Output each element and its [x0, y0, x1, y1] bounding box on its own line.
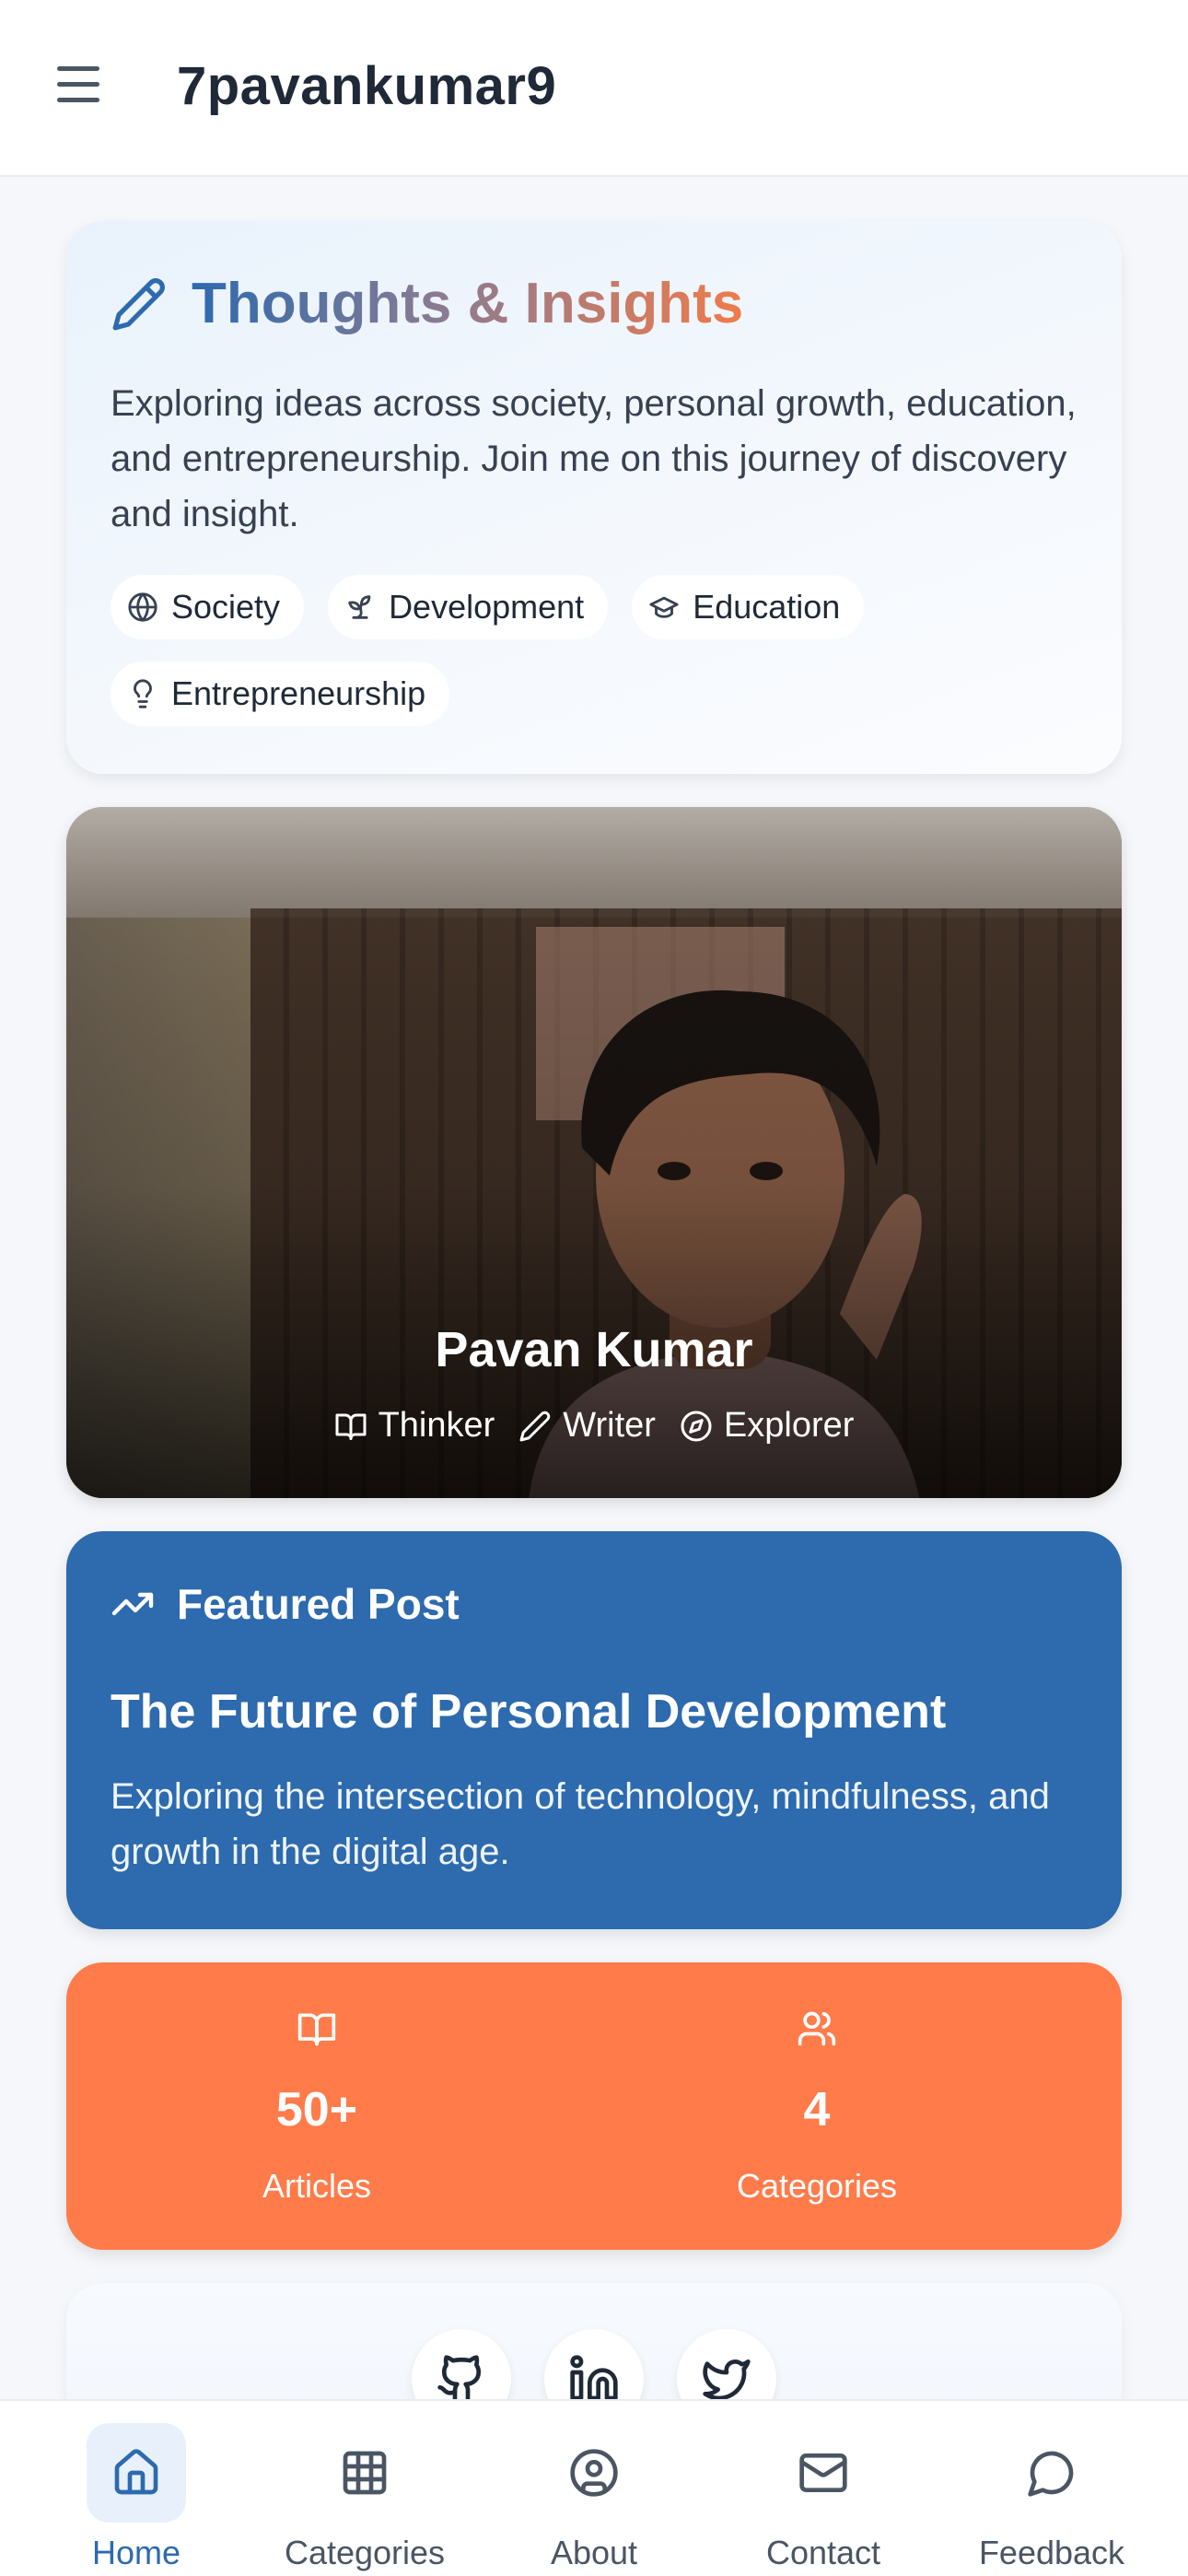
users-icon: [798, 2011, 836, 2046]
pencil-icon: [112, 277, 165, 330]
book-open-icon: [335, 1413, 367, 1440]
intro-card: Thoughts & Insights Exploring ideas acro…: [66, 221, 1122, 774]
profile-roles: Thinker Writer Explorer: [66, 1406, 1122, 1446]
role-explorer: Explorer: [680, 1406, 854, 1446]
nav-contact[interactable]: Contact: [731, 2414, 915, 2571]
grid-icon: [343, 2451, 387, 2495]
intro-heading: Thoughts & Insights: [111, 271, 743, 336]
nav-label: Feedback: [978, 2534, 1125, 2571]
intro-description: Exploring ideas across society, personal…: [111, 383, 1077, 534]
nav-label: About: [550, 2534, 638, 2571]
site-title[interactable]: 7pavankumar9: [177, 55, 556, 117]
message-circle-icon: [1028, 2451, 1074, 2497]
stat-articles: 50+ Articles: [123, 1962, 510, 2250]
nav-categories[interactable]: Categories: [273, 2414, 457, 2571]
role-writer: Writer: [518, 1406, 656, 1446]
tag-education[interactable]: Education: [632, 575, 865, 639]
trending-up-icon: [111, 1592, 154, 1616]
featured-post-description: Exploring the intersection of technology…: [111, 1776, 1050, 1872]
nav-feedback[interactable]: Feedback: [960, 2414, 1144, 2571]
pencil-icon: [519, 1411, 551, 1441]
stat-label: Categories: [736, 2167, 898, 2205]
nav-label: Contact: [765, 2534, 881, 2571]
featured-post-title[interactable]: The Future of Personal Development: [111, 1684, 946, 1739]
role-thinker: Thinker: [334, 1406, 495, 1446]
featured-post-card[interactable]: Featured Post The Future of Personal Dev…: [66, 1531, 1122, 1929]
stat-categories: 4 Categories: [623, 1962, 1010, 2250]
home-icon: [114, 2449, 158, 2495]
nav-label: Home: [91, 2534, 181, 2571]
tag-label: Education: [693, 588, 841, 626]
tag-society[interactable]: Society: [111, 575, 305, 639]
nav-label: Categories: [284, 2534, 446, 2571]
tag-development[interactable]: Development: [328, 575, 609, 639]
linkedin-icon: [570, 2355, 618, 2401]
compass-icon: [681, 1411, 712, 1441]
tag-label: Entrepreneurship: [171, 674, 426, 712]
nav-home[interactable]: Home: [44, 2414, 228, 2571]
mail-icon: [799, 2453, 847, 2492]
featured-heading: Featured Post: [111, 1579, 460, 1629]
book-open-icon: [297, 2013, 336, 2046]
user-circle-icon: [570, 2449, 618, 2497]
lightbulb-icon: [134, 679, 152, 708]
bottom-nav: Home Categories About Contact Feedback: [0, 2399, 1188, 2576]
menu-icon[interactable]: [57, 66, 109, 111]
tag-list: Society Development Education Entreprene…: [111, 575, 1087, 726]
stat-label: Articles: [262, 2167, 372, 2205]
twitter-icon: [703, 2359, 751, 2401]
profile-name: Pavan Kumar: [435, 1322, 753, 1377]
graduation-cap-icon: [649, 596, 679, 618]
globe-icon: [128, 592, 157, 622]
intro-title: Thoughts & Insights: [192, 272, 744, 335]
github-icon: [437, 2355, 482, 2403]
stat-value: 50+: [275, 2083, 358, 2137]
tag-label: Development: [389, 588, 585, 626]
tag-entrepreneurship[interactable]: Entrepreneurship: [111, 662, 450, 726]
nav-about[interactable]: About: [502, 2414, 686, 2571]
profile-card: Pavan Kumar Thinker Writer Explorer: [66, 807, 1122, 1498]
app-root: 7pavankumar9 Thoughts & Insights Explori…: [0, 0, 1188, 2576]
stats-card: 50+ Articles 4 Categories: [66, 1962, 1122, 2250]
sprout-icon: [348, 595, 371, 619]
tag-label: Society: [171, 588, 281, 626]
top-header: 7pavankumar9: [0, 0, 1188, 177]
stat-value: 4: [803, 2083, 831, 2137]
